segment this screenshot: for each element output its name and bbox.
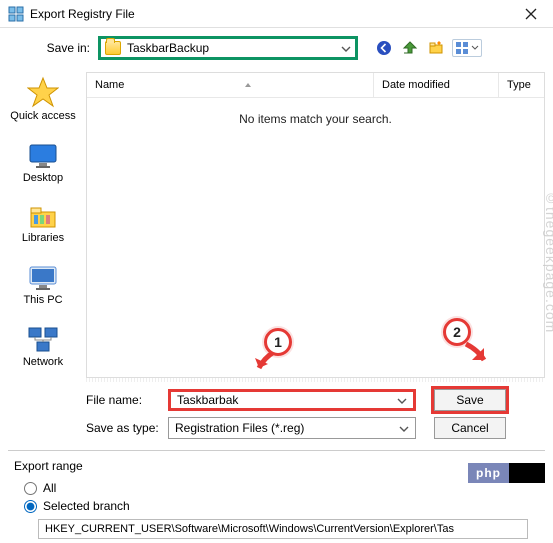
savetype-label: Save as type: [20,421,160,435]
resize-divider[interactable] [86,378,545,382]
column-type[interactable]: Type [499,73,544,97]
cancel-label: Cancel [451,421,488,435]
place-desktop[interactable]: Desktop [0,138,86,188]
regedit-icon [8,6,24,22]
empty-message: No items match your search. [87,98,544,140]
chevron-down-icon [471,41,479,55]
annotation-callout-2: 2 [443,318,471,346]
filename-row: File name: Taskbarbak Save [0,386,553,414]
place-label: This PC [23,294,62,306]
column-label: Name [95,79,124,91]
star-icon [27,76,59,108]
save-button[interactable]: Save [434,389,506,411]
place-quick-access[interactable]: Quick access [0,72,86,126]
list-header: Name Date modified Type [87,73,544,98]
pc-icon [27,264,59,292]
place-libraries[interactable]: Libraries [0,200,86,248]
grid-icon [455,41,469,55]
column-label: Date modified [382,79,450,91]
radio-all-label: All [43,481,56,495]
column-date[interactable]: Date modified [374,73,499,97]
filename-label: File name: [20,393,160,407]
chevron-down-icon [399,421,409,435]
place-network[interactable]: Network [0,322,86,372]
new-folder-button[interactable] [426,38,446,58]
separator [8,450,545,451]
save-label: Save [456,393,483,407]
savein-value: TaskbarBackup [127,41,209,55]
savein-dropdown[interactable]: TaskbarBackup [98,36,358,60]
column-label: Type [507,79,531,91]
site-badge: php [468,463,545,483]
desktop-icon [27,142,59,170]
chevron-down-icon [341,41,351,55]
column-name[interactable]: Name [87,73,374,97]
back-button[interactable] [374,38,394,58]
filename-value: Taskbarbak [177,393,397,407]
close-button[interactable] [509,0,553,28]
savetype-row: Save as type: Registration Files (*.reg)… [0,414,553,442]
chevron-down-icon [397,393,407,407]
up-button[interactable] [400,38,420,58]
views-menu[interactable] [452,39,482,57]
annotation-arrow-2 [460,340,492,368]
watermark: ©thegeekpage.com [543,190,553,333]
places-bar: Quick access Desktop Libraries This PC N… [0,68,86,378]
filename-input[interactable]: Taskbarbak [168,389,416,411]
folder-icon [105,41,121,55]
php-badge: php [468,463,509,483]
place-label: Desktop [23,172,63,184]
place-label: Quick access [10,110,75,122]
libraries-icon [29,204,57,230]
radio-all-input[interactable] [24,482,37,495]
savetype-value: Registration Files (*.reg) [175,421,399,435]
place-label: Libraries [22,232,64,244]
annotation-callout-1: 1 [264,328,292,356]
file-list[interactable]: Name Date modified Type No items match y… [86,72,545,378]
branch-path-input[interactable]: HKEY_CURRENT_USER\Software\Microsoft\Win… [38,519,528,539]
savein-label: Save in: [20,41,90,55]
savetype-dropdown[interactable]: Registration Files (*.reg) [168,417,416,439]
radio-selected[interactable]: Selected branch [14,497,543,515]
cancel-button[interactable]: Cancel [434,417,506,439]
sort-asc-icon [244,79,252,91]
export-range-header: Export range [14,459,543,473]
nav-toolbar [374,38,482,58]
place-this-pc[interactable]: This PC [0,260,86,310]
place-label: Network [23,356,63,368]
titlebar: Export Registry File [0,0,553,28]
savein-row: Save in: TaskbarBackup [0,28,553,68]
network-icon [27,326,59,354]
window-title: Export Registry File [30,7,509,21]
radio-all[interactable]: All [14,479,543,497]
badge-dark [509,463,545,483]
